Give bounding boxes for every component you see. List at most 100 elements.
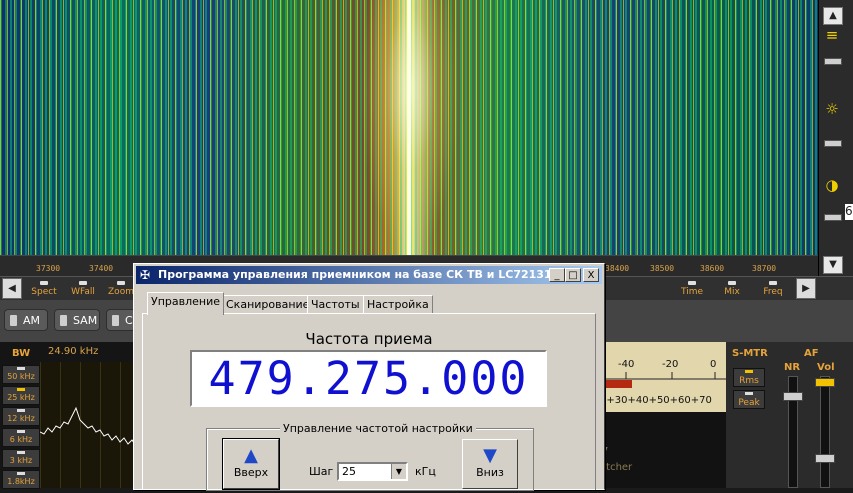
nr-label: NR <box>784 362 801 373</box>
step-select-value: 25 <box>342 465 356 478</box>
bw-value: 24.90 kHz <box>48 346 99 357</box>
tuning-control-group: ▲ Вверх ▼ Вниз <box>206 428 534 491</box>
smeter-scale-label: 0 <box>710 359 717 370</box>
down-button[interactable]: ▼ Вниз <box>462 439 518 489</box>
zoom-button[interactable]: Zoom <box>106 279 136 298</box>
wfall-button[interactable]: WFall <box>66 279 100 298</box>
up-button-label: Вверх <box>233 466 269 479</box>
nr-slider-thumb[interactable] <box>783 392 803 401</box>
window-titlebar[interactable]: ✠ Программа управления приемником на баз… <box>136 266 602 284</box>
ruler-label: 38500 <box>650 264 675 273</box>
smeter-mode-panel: S-MTR Rms Peak <box>726 342 772 488</box>
time-button[interactable]: Time <box>676 279 708 298</box>
contrast-slider-thumb[interactable] <box>824 214 842 221</box>
down-button-label: Вниз <box>476 466 504 479</box>
ruler-label: 38700 <box>752 264 777 273</box>
ruler-label: 37400 <box>89 264 114 273</box>
app-icon: ✠ <box>140 268 151 282</box>
tab-frequencies[interactable]: Частоты <box>307 295 364 314</box>
smeter-ticks <box>600 372 726 380</box>
led-indicator <box>10 315 17 326</box>
led-indicator <box>40 281 48 285</box>
right-arrow-button[interactable]: ▶ <box>796 278 816 299</box>
led-indicator <box>17 430 25 433</box>
minimize-button[interactable]: _ <box>549 268 565 282</box>
led-indicator <box>769 281 777 285</box>
group-box-title: Управление частотой настройки <box>280 422 476 435</box>
edge-text: 6 <box>845 204 853 220</box>
step-unit-label: кГц <box>415 465 436 478</box>
waterfall-side-controls: ▲ ≡ ☼ ◑ ▼ <box>818 0 853 276</box>
arrow-down-icon: ▼ <box>483 445 497 466</box>
smeter-level-bar <box>604 380 632 388</box>
vol-slider-track[interactable] <box>820 376 830 488</box>
receiver-control-window: ✠ Программа управления приемником на баз… <box>133 263 605 491</box>
scroll-down-button[interactable]: ▼ <box>823 256 843 274</box>
arrow-up-icon: ▲ <box>244 445 258 466</box>
freq-button[interactable]: Freq <box>756 279 790 298</box>
spectrum-trace <box>39 406 141 447</box>
smeter-scale-label: -20 <box>662 359 679 370</box>
led-indicator <box>17 409 25 412</box>
step-label: Шаг <box>309 465 334 478</box>
ruler-label: 38600 <box>700 264 725 273</box>
audio-panel: AF NR Vol <box>772 342 853 488</box>
led-indicator <box>117 281 125 285</box>
brightness-icon[interactable]: ☼ <box>823 100 841 118</box>
maximize-button[interactable]: □ <box>565 268 581 282</box>
bw-12khz-button[interactable]: 12 kHz <box>2 407 40 426</box>
led-indicator <box>17 451 25 454</box>
af-title: AF <box>804 348 819 359</box>
mode-am-button[interactable]: AM <box>4 309 48 331</box>
contrast-icon[interactable]: ◑ <box>823 176 841 194</box>
ruler-label: 38400 <box>605 264 630 273</box>
tab-settings[interactable]: Настройка <box>363 295 433 314</box>
led-indicator <box>728 281 736 285</box>
peak-button[interactable]: Peak <box>733 390 765 409</box>
tab-scanning[interactable]: Сканирование <box>222 295 314 314</box>
led-indicator <box>60 315 67 326</box>
mix-button[interactable]: Mix <box>716 279 748 298</box>
led-indicator <box>17 472 25 475</box>
led-indicator <box>17 367 25 370</box>
up-button[interactable]: ▲ Вверх <box>222 438 280 490</box>
brightness-slider-thumb[interactable] <box>824 140 842 147</box>
smeter-scale-bottom: 0+30+40+50+60+70 <box>600 395 712 406</box>
bw-50khz-button[interactable]: 50 kHz <box>2 365 40 384</box>
bw-25khz-button[interactable]: 25 kHz <box>2 386 40 405</box>
vol-lower-thumb[interactable] <box>815 454 835 463</box>
window-title: Программа управления приемником на базе … <box>158 268 552 281</box>
ruler-label: 37300 <box>36 264 61 273</box>
close-button[interactable]: X <box>583 268 599 282</box>
rms-button[interactable]: Rms <box>733 368 765 387</box>
frequency-title: Частота приема <box>305 330 433 348</box>
bw-1-8khz-button[interactable]: 1.8kHz <box>2 470 40 489</box>
frequency-display: 479.275.000 <box>190 350 547 407</box>
s-meter: -40 -20 0 0+30+40+50+60+70 <box>600 342 726 412</box>
step-select[interactable]: 25 ▼ <box>337 462 408 481</box>
led-indicator <box>688 281 696 285</box>
led-indicator <box>79 281 87 285</box>
left-arrow-button[interactable]: ◀ <box>2 278 22 299</box>
led-indicator <box>745 370 753 373</box>
bandwidth-panel: BW 24.90 kHz 50 kHz 25 kHz 12 kHz 6 kHz … <box>0 342 141 489</box>
scroll-up-button[interactable]: ▲ <box>823 7 843 25</box>
tab-control[interactable]: Управление <box>147 292 225 315</box>
smtr-title: S-MTR <box>732 348 768 359</box>
led-indicator <box>745 392 753 395</box>
range-slider-thumb[interactable] <box>824 58 842 65</box>
smeter-scale-label: -40 <box>618 359 635 370</box>
tuning-marker <box>407 0 411 255</box>
vol-label: Vol <box>817 362 835 373</box>
waterfall-lines-icon[interactable]: ≡ <box>823 26 841 44</box>
led-indicator <box>112 315 119 326</box>
bandwidth-spectrum[interactable] <box>39 362 141 488</box>
spect-button[interactable]: Spect <box>28 279 60 298</box>
bw-3khz-button[interactable]: 3 kHz <box>2 449 40 468</box>
led-indicator <box>17 388 25 391</box>
vol-slider-thumb[interactable] <box>815 378 835 387</box>
mode-sam-button[interactable]: SAM <box>54 309 100 331</box>
info-panel: l 7 etcher <box>600 412 726 488</box>
bw-6khz-button[interactable]: 6 kHz <box>2 428 40 447</box>
chevron-down-icon[interactable]: ▼ <box>391 464 406 479</box>
